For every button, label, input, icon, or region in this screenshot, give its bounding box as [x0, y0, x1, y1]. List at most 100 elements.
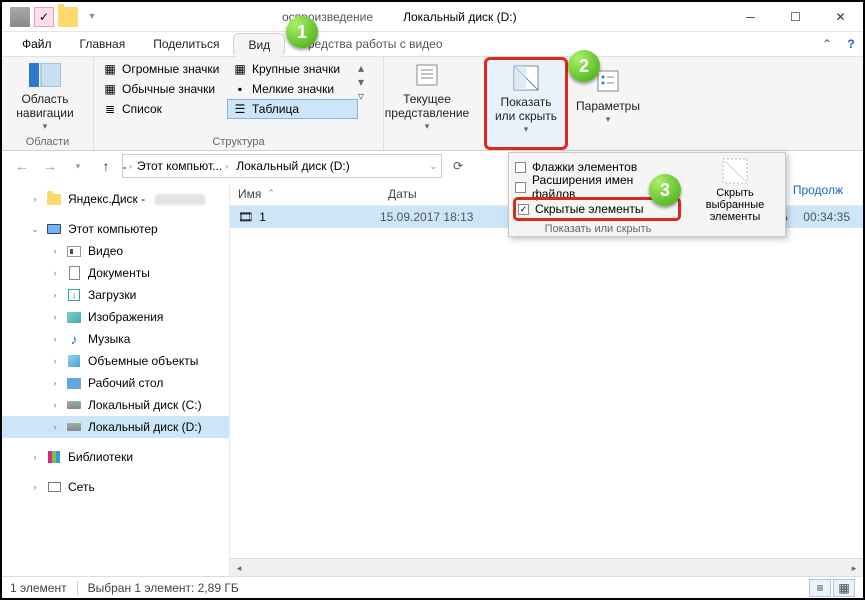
image-icon	[66, 309, 82, 325]
layout-gallery-scroll[interactable]: ▴▾▿	[358, 59, 372, 105]
navigation-tree[interactable]: ›Яндекс.Диск -xxx ⌄Этот компьютер ›Видео…	[2, 182, 229, 576]
minimize-button[interactable]: ─	[728, 2, 773, 32]
redacted-text: xxx	[155, 194, 205, 205]
tree-drive-d[interactable]: ›Локальный диск (D:)	[2, 416, 229, 438]
navigation-pane-icon	[29, 59, 61, 90]
qat-properties-icon[interactable]: ✓	[34, 7, 54, 27]
checkbox-icon	[515, 182, 526, 193]
dropdown-group-label: Показать или скрыть	[509, 223, 687, 235]
tab-home[interactable]: Главная	[66, 32, 140, 56]
video-file-icon: 🎞	[238, 210, 253, 224]
ribbon: Область навигации ▾ Области ▦Огромные зн…	[2, 57, 863, 151]
document-icon	[66, 265, 82, 281]
close-button[interactable]: ✕	[818, 2, 863, 32]
help-button[interactable]: ?	[839, 32, 863, 56]
col-name[interactable]: Имя⌃	[230, 187, 380, 201]
address-dropdown-icon[interactable]: ⌄	[429, 161, 437, 172]
back-button[interactable]: ←	[10, 154, 34, 178]
hide-selected-button[interactable]: Скрыть выбранные элементы	[685, 153, 785, 236]
address-bar[interactable]: › Этот компьют...› Локальный диск (D:) ⌄	[122, 154, 442, 178]
status-item-count: 1 элемент	[10, 581, 67, 595]
annotation-3: 3	[649, 174, 681, 206]
tree-music[interactable]: ›♪Музыка	[2, 328, 229, 350]
layout-details[interactable]: ☰Таблица	[227, 99, 358, 119]
current-view-button[interactable]: Текущее представление▾	[388, 59, 466, 131]
view-details-button[interactable]: ≡	[809, 579, 831, 597]
network-icon	[46, 479, 62, 495]
show-hide-icon	[510, 62, 542, 93]
tree-downloads[interactable]: ›↓Загрузки	[2, 284, 229, 306]
tree-videos[interactable]: ›Видео	[2, 240, 229, 262]
tree-this-pc[interactable]: ⌄Этот компьютер	[2, 218, 229, 240]
window-title: Локальный диск (D:)	[373, 10, 728, 24]
desktop-icon	[66, 375, 82, 391]
grid-icon: ▦	[102, 61, 118, 77]
folder-icon	[46, 191, 62, 207]
annotation-2: 2	[568, 50, 600, 82]
checkbox-icon: ✓	[518, 204, 529, 215]
layout-small[interactable]: ▪Мелкие значки	[228, 79, 358, 99]
qat-dropdown-icon[interactable]: ▾	[82, 7, 102, 27]
layout-extra-large[interactable]: ▦Огромные значки	[98, 59, 228, 79]
music-icon: ♪	[66, 331, 82, 347]
refresh-button[interactable]: ⟳	[446, 154, 470, 178]
computer-icon	[46, 221, 62, 237]
up-button[interactable]: ↑	[94, 154, 118, 178]
tab-file[interactable]: Файл	[8, 32, 66, 56]
view-thumbnails-button[interactable]: ▦	[833, 579, 855, 597]
tree-drive-c[interactable]: ›Локальный диск (C:)	[2, 394, 229, 416]
annotation-1: 1	[286, 16, 318, 48]
hide-selected-icon	[721, 157, 749, 185]
tree-libraries[interactable]: ›Библиотеки	[2, 446, 229, 468]
scroll-left-icon[interactable]: ◂	[230, 559, 248, 577]
download-icon: ↓	[66, 287, 82, 303]
layout-large[interactable]: ▦Крупные значки	[228, 59, 358, 79]
grid-icon: ▦	[232, 61, 248, 77]
ribbon-collapse-button[interactable]: ⌃	[815, 32, 839, 56]
scroll-right-icon[interactable]: ▸	[845, 559, 863, 577]
tree-3d-objects[interactable]: ›Объемные объекты	[2, 350, 229, 372]
continue-hint: Продолж	[793, 183, 843, 197]
current-view-icon	[411, 59, 443, 90]
layout-gallery[interactable]: ▦Огромные значки ▦Крупные значки ▦Обычны…	[98, 59, 358, 119]
grid-icon: ▦	[102, 81, 118, 97]
tree-network[interactable]: ›Сеть	[2, 476, 229, 498]
maximize-button[interactable]: ☐	[773, 2, 818, 32]
layout-list[interactable]: ≣Список	[98, 99, 227, 119]
checkbox-icon	[515, 162, 526, 173]
app-icon	[10, 7, 30, 27]
ribbon-tabs: Файл Главная Поделиться Вид Средства раб…	[2, 32, 863, 57]
qat-newfolder-icon[interactable]	[58, 7, 78, 27]
group-layout-label: Структура	[98, 135, 379, 150]
tab-view[interactable]: Вид	[233, 33, 285, 57]
title-bar: ✓ ▾ оспроизведение Локальный диск (D:) ─…	[2, 2, 863, 32]
grid-icon: ▪	[232, 81, 248, 97]
status-bar: 1 элемент Выбран 1 элемент: 2,89 ГБ ≡ ▦	[2, 576, 863, 598]
forward-button[interactable]: →	[38, 154, 62, 178]
navigation-pane-button[interactable]: Область навигации ▾	[6, 59, 84, 131]
recent-locations-button[interactable]: ▾	[66, 154, 90, 178]
crumb-drive-d[interactable]: Локальный диск (D:)	[233, 159, 353, 173]
status-selection: Выбран 1 элемент: 2,89 ГБ	[88, 581, 239, 595]
cube-icon	[66, 353, 82, 369]
table-icon: ☰	[232, 101, 248, 117]
layout-medium[interactable]: ▦Обычные значки	[98, 79, 228, 99]
quick-access-toolbar: ✓ ▾	[2, 7, 102, 27]
tree-desktop[interactable]: ›Рабочий стол	[2, 372, 229, 394]
list-icon: ≣	[102, 101, 118, 117]
tab-share[interactable]: Поделиться	[139, 32, 233, 56]
video-icon	[66, 243, 82, 259]
drive-icon	[66, 419, 82, 435]
library-icon	[46, 449, 62, 465]
crumb-this-pc[interactable]: Этот компьют...›	[134, 159, 231, 173]
tree-yandex-disk[interactable]: ›Яндекс.Диск -xxx	[2, 188, 229, 210]
horizontal-scrollbar[interactable]: ◂ ▸	[230, 558, 863, 576]
tree-documents[interactable]: ›Документы	[2, 262, 229, 284]
navigation-pane-label: Область навигации	[6, 93, 84, 121]
show-hide-button[interactable]: Показать или скрыть▾	[491, 62, 561, 134]
group-panes-label: Области	[6, 135, 89, 150]
file-list-pane: Имя⌃ Даты 🎞1 15.09.2017 18:13 Файл "MTS"…	[229, 182, 863, 576]
show-hide-dropdown: Флажки элементов Расширения имен файлов …	[508, 152, 786, 237]
explorer-body: ›Яндекс.Диск -xxx ⌄Этот компьютер ›Видео…	[2, 182, 863, 576]
tree-pictures[interactable]: ›Изображения	[2, 306, 229, 328]
